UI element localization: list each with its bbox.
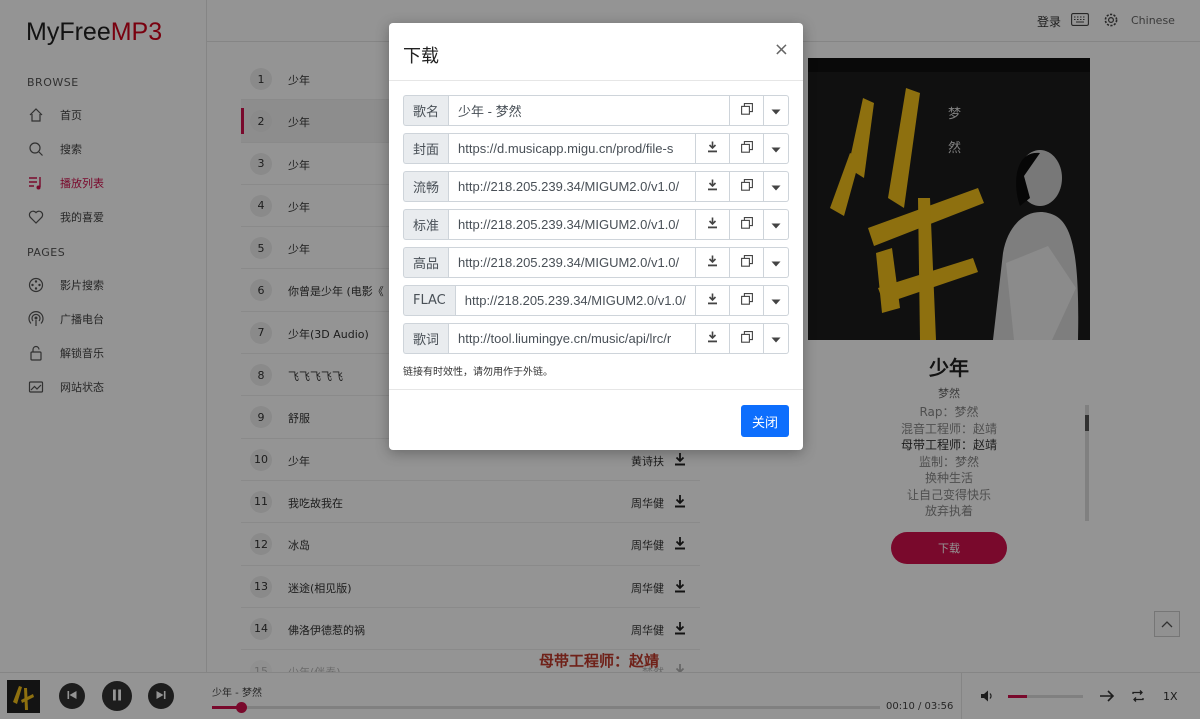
dropdown-toggle[interactable] [764,285,789,316]
download-url-field[interactable]: 少年 - 梦然 [448,95,730,126]
download-icon [707,293,718,308]
download-row: 流畅 http://218.205.239.34/MIGUM2.0/v1.0/ [403,171,789,202]
download-link-button[interactable] [696,209,730,240]
download-url-field[interactable]: http://218.205.239.34/MIGUM2.0/v1.0/ [448,171,696,202]
download-row-label: FLAC [403,285,455,316]
download-row-label: 歌词 [403,323,449,354]
download-link-button[interactable] [696,247,730,278]
copy-button[interactable] [730,171,764,202]
download-link-button[interactable] [696,171,730,202]
download-url-field[interactable]: https://d.musicapp.migu.cn/prod/file-s [448,133,696,164]
close-button[interactable]: 关闭 [741,405,789,437]
download-row-label: 标准 [403,209,449,240]
copy-button[interactable] [730,133,764,164]
download-icon [707,217,718,232]
dropdown-toggle[interactable] [764,133,789,164]
copy-icon [740,331,753,346]
dropdown-toggle[interactable] [764,95,789,126]
caret-down-icon [771,104,781,118]
close-icon[interactable]: × [774,39,789,60]
download-url-field[interactable]: http://218.205.239.34/MIGUM2.0/v1.0/ [454,285,696,316]
download-link-button[interactable] [696,323,730,354]
download-url-field[interactable]: http://218.205.239.34/MIGUM2.0/v1.0/ [448,209,696,240]
modal-title: 下载 [403,46,439,67]
copy-button[interactable] [730,285,764,316]
caret-down-icon [771,142,781,156]
copy-icon [740,255,753,270]
modal-header: 下载 × [389,23,803,81]
copy-icon [740,103,753,118]
download-row: 高品 http://218.205.239.34/MIGUM2.0/v1.0/ [403,247,789,278]
download-row-label: 歌名 [403,95,449,126]
download-icon [707,141,718,156]
download-link-button[interactable] [696,285,730,316]
copy-button[interactable] [730,247,764,278]
copy-icon [740,179,753,194]
modal-footer: 关闭 [389,389,803,450]
download-row: 标准 http://218.205.239.34/MIGUM2.0/v1.0/ [403,209,789,240]
download-icon [707,255,718,270]
dropdown-toggle[interactable] [764,209,789,240]
copy-icon [740,293,753,308]
download-row: 歌词 http://tool.liumingye.cn/music/api/lrc… [403,323,789,354]
download-row-label: 封面 [403,133,449,164]
download-icon [707,331,718,346]
copy-button[interactable] [730,95,764,126]
caret-down-icon [771,180,781,194]
caret-down-icon [771,256,781,270]
download-url-field[interactable]: http://218.205.239.34/MIGUM2.0/v1.0/ [448,247,696,278]
dropdown-toggle[interactable] [764,171,789,202]
caret-down-icon [771,218,781,232]
copy-icon [740,217,753,232]
download-row: FLAC http://218.205.239.34/MIGUM2.0/v1.0/ [403,285,789,316]
download-row: 封面 https://d.musicapp.migu.cn/prod/file-s [403,133,789,164]
copy-icon [740,141,753,156]
caret-down-icon [771,332,781,346]
dropdown-toggle[interactable] [764,323,789,354]
copy-button[interactable] [730,209,764,240]
caret-down-icon [771,294,781,308]
download-url-field[interactable]: http://tool.liumingye.cn/music/api/lrc/r [448,323,696,354]
link-expiry-note: 链接有时效性，请勿用作于外链。 [403,367,553,378]
download-row: 歌名 少年 - 梦然 [403,95,789,126]
copy-button[interactable] [730,323,764,354]
download-modal: 下载 × 歌名 少年 - 梦然 封面 https://d.musicapp.migu.… [389,23,803,450]
download-link-button[interactable] [696,133,730,164]
download-row-label: 流畅 [403,171,449,202]
dropdown-toggle[interactable] [764,247,789,278]
download-row-label: 高品 [403,247,449,278]
download-icon [707,179,718,194]
